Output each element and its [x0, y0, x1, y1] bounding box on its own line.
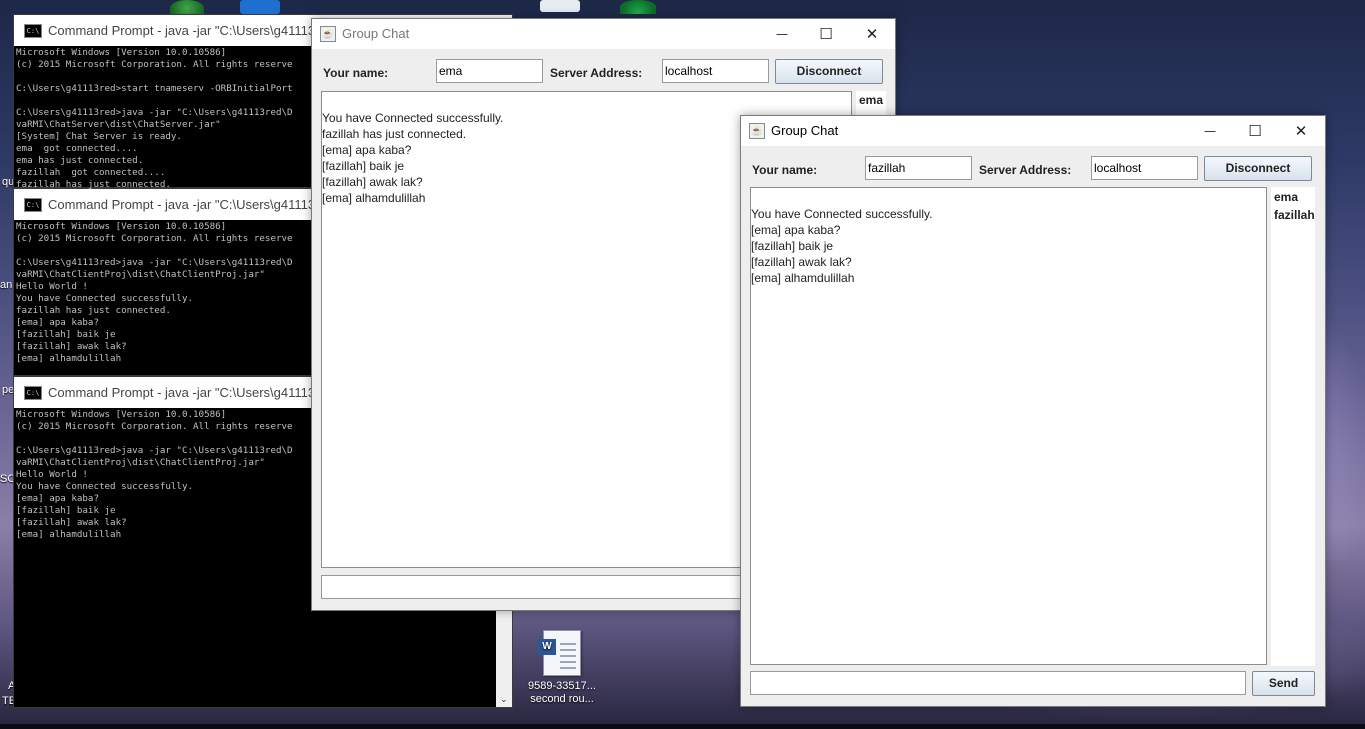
desktop-label-fragment: an — [0, 279, 13, 291]
console-line: [fazillah] awak lak? — [16, 517, 127, 528]
window-title: Command Prompt - java -jar "C:\Users\g41… — [48, 23, 334, 38]
online-user-list: ema fazillah — [1271, 187, 1315, 666]
word-logo-icon: W — [538, 639, 556, 655]
console-line: (c) 2015 Microsoft Corporation. All righ… — [16, 233, 293, 244]
window-titlebar[interactable]: ☕ Group Chat — ☐ ✕ — [312, 19, 895, 49]
java-app-icon: ☕ — [320, 26, 336, 42]
console-line: ema has just connected. — [16, 155, 144, 166]
window-title: Group Chat — [771, 123, 839, 138]
chat-message: [fazillah] awak lak? — [751, 255, 852, 269]
message-input[interactable] — [750, 671, 1246, 695]
window-title: Group Chat — [342, 26, 410, 41]
console-line: C:\Users\g41113red>java -jar "C:\Users\g… — [16, 257, 293, 268]
console-line: C:\Users\g41113red>java -jar "C:\Users\g… — [16, 445, 293, 456]
scroll-down-arrow-icon[interactable]: ⌄ — [500, 694, 508, 705]
your-name-label: Your name: — [752, 163, 818, 177]
console-line: fazillah got connected.... — [16, 167, 166, 178]
disconnect-button[interactable]: Disconnect — [1204, 156, 1312, 181]
server-address-field[interactable]: localhost — [662, 59, 769, 83]
server-address-label: Server Address: — [979, 163, 1072, 177]
your-name-field[interactable]: ema — [436, 59, 543, 83]
console-line: [ema] apa kaba? — [16, 493, 99, 504]
maximize-icon[interactable]: ☐ — [1232, 116, 1278, 146]
console-line: [fazillah] awak lak? — [16, 341, 127, 352]
doc-line — [560, 655, 576, 657]
window-titlebar[interactable]: ☕ Group Chat — ☐ ✕ — [741, 116, 1325, 146]
minimize-icon[interactable]: — — [759, 19, 805, 49]
disconnect-button[interactable]: Disconnect — [775, 59, 883, 84]
desktop-app-icon[interactable] — [240, 0, 280, 14]
window-title: Command Prompt - java -jar "C:\Users\g41… — [48, 197, 334, 212]
console-line: vaRMI\ChatClientProj\dist\ChatClientProj… — [16, 269, 265, 280]
server-address-field[interactable]: localhost — [1091, 156, 1198, 180]
console-line: [fazillah] baik je — [16, 505, 116, 516]
console-line: C:\Users\g41113red>java -jar "C:\Users\g… — [16, 107, 293, 118]
console-line: You have Connected successfully. — [16, 481, 194, 492]
taskbar-edge — [0, 724, 1365, 729]
group-chat-window-fazillah[interactable]: ☕ Group Chat — ☐ ✕ Your name: fazillah S… — [740, 115, 1326, 707]
minimize-icon[interactable]: — — [1187, 116, 1233, 146]
console-line: C:\Users\g41113red>start tnameserv -ORBI… — [16, 83, 293, 94]
console-line: [fazillah] baik je — [16, 329, 116, 340]
console-line: You have Connected successfully. — [16, 293, 194, 304]
cmd-icon: C:\ — [24, 24, 42, 38]
console-line: [ema] alhamdulillah — [16, 529, 122, 540]
console-line: [ema] alhamdulillah — [16, 353, 122, 364]
console-line: Hello World ! — [16, 469, 88, 480]
online-user[interactable]: ema — [856, 91, 886, 109]
your-name-field[interactable]: fazillah — [865, 156, 972, 180]
online-user[interactable]: ema — [1271, 188, 1315, 206]
console-line: Microsoft Windows [Version 10.0.10586] — [16, 47, 227, 58]
doc-line — [560, 661, 576, 663]
server-address-label: Server Address: — [550, 66, 643, 80]
console-line: fazillah has just connected. — [16, 179, 171, 190]
desktop-icon-label-line2: second rou... — [530, 693, 594, 705]
console-line: ema got connected.... — [16, 143, 138, 154]
online-user[interactable]: fazillah — [1271, 206, 1315, 224]
console-output: Microsoft Windows [Version 10.0.10586] (… — [16, 221, 293, 365]
window-title: Command Prompt - java -jar "C:\Users\g41… — [48, 385, 334, 400]
chat-message-area: You have Connected successfully. [ema] a… — [750, 187, 1267, 665]
console-line: Microsoft Windows [Version 10.0.10586] — [16, 409, 227, 420]
chat-message: [ema] alhamdulillah — [751, 271, 855, 285]
console-line: [ema] apa kaba? — [16, 317, 99, 328]
console-line: fazillah has just connected. — [16, 305, 171, 316]
console-line: vaRMI\ChatClientProj\dist\ChatClientProj… — [16, 457, 265, 468]
close-icon[interactable]: ✕ — [1278, 116, 1324, 146]
cmd-icon: C:\ — [24, 198, 42, 212]
maximize-icon[interactable]: ☐ — [803, 19, 849, 49]
console-line: [System] Chat Server is ready. — [16, 131, 182, 142]
desktop-doc-icon[interactable] — [540, 0, 580, 12]
console-output: Microsoft Windows [Version 10.0.10586] (… — [16, 47, 293, 191]
desktop-app-icon[interactable] — [620, 0, 656, 14]
desktop-word-document-icon[interactable]: W 9589-33517... second rou... — [522, 630, 602, 706]
send-button[interactable]: Send — [1252, 671, 1315, 696]
console-line: (c) 2015 Microsoft Corporation. All righ… — [16, 59, 293, 70]
console-line: Microsoft Windows [Version 10.0.10586] — [16, 221, 227, 232]
doc-line — [560, 667, 576, 669]
console-line: Hello World ! — [16, 281, 88, 292]
console-output: Microsoft Windows [Version 10.0.10586] (… — [16, 409, 293, 541]
console-line: (c) 2015 Microsoft Corporation. All righ… — [16, 421, 293, 432]
close-icon[interactable]: ✕ — [849, 19, 895, 49]
desktop-icon-label-line1: 9589-33517... — [528, 680, 596, 692]
console-line: vaRMI\ChatServer\dist\ChatServer.jar" — [16, 119, 221, 130]
cmd-icon: C:\ — [24, 386, 42, 400]
chat-message: You have Connected successfully. — [751, 207, 933, 221]
doc-line — [560, 649, 576, 651]
chat-message: [fazillah] baik je — [751, 239, 834, 253]
java-app-icon: ☕ — [749, 123, 765, 139]
chat-message: [ema] apa kaba? — [751, 223, 841, 237]
word-doc-icon: W — [538, 630, 581, 676]
doc-line — [560, 643, 576, 645]
your-name-label: Your name: — [323, 66, 389, 80]
